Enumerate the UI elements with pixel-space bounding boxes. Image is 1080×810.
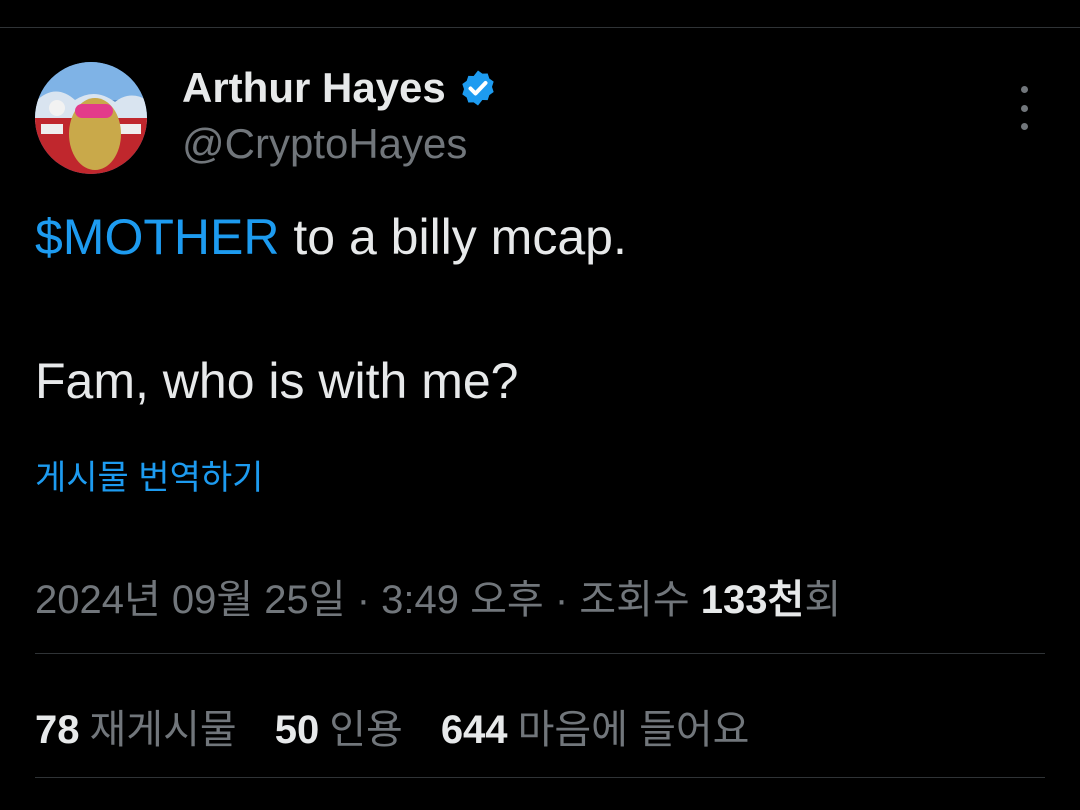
quotes-stat[interactable]: 50 인용	[275, 697, 403, 755]
tweet-text-line-1: $MOTHER to a billy mcap.	[35, 208, 627, 266]
quotes-label: 인용	[329, 708, 403, 752]
verified-badge-icon	[458, 68, 498, 108]
cashtag-link[interactable]: $MOTHER	[35, 209, 279, 265]
tweet-text-rest: to a billy mcap.	[279, 209, 627, 265]
more-dot-icon	[1020, 104, 1028, 112]
tweet-time[interactable]: 3:49 오후	[381, 578, 544, 622]
engagement-stats: 78 재게시물 50 인용 644 마음에 들어요	[35, 697, 749, 755]
more-options-button[interactable]	[1008, 86, 1040, 130]
meta-separator: ·	[543, 578, 580, 622]
reposts-count: 78	[35, 708, 80, 752]
views-count: 133천	[700, 578, 805, 622]
divider	[35, 653, 1045, 654]
tweet-date[interactable]: 2024년 09월 25일	[35, 578, 346, 622]
divider	[35, 777, 1045, 778]
meta-separator: ·	[345, 578, 382, 622]
translate-post-link[interactable]: 게시물 번역하기	[35, 450, 263, 499]
likes-label: 마음에 들어요	[517, 708, 750, 752]
author-name-text: Arthur Hayes	[182, 64, 446, 111]
likes-count: 644	[440, 708, 508, 752]
author-name[interactable]: Arthur Hayes	[182, 64, 498, 112]
likes-stat[interactable]: 644 마음에 들어요	[441, 697, 750, 755]
author-avatar[interactable]	[35, 62, 147, 174]
more-dot-icon	[1020, 123, 1028, 130]
quotes-count: 50	[274, 708, 320, 752]
avatar-image-icon	[35, 62, 147, 174]
reposts-stat[interactable]: 78 재게시물	[35, 697, 237, 755]
author-handle[interactable]: @CryptoHayes	[182, 120, 467, 168]
reposts-label: 재게시물	[89, 708, 237, 752]
more-dot-icon	[1020, 86, 1028, 93]
views-prefix: 조회수	[579, 578, 701, 622]
views-suffix: 회	[804, 578, 842, 622]
top-divider	[0, 27, 1080, 28]
tweet-meta: 2024년 09월 25일 · 3:49 오후 · 조회수 133천회	[35, 567, 841, 625]
tweet-text-line-2: Fam, who is with me?	[35, 353, 519, 409]
